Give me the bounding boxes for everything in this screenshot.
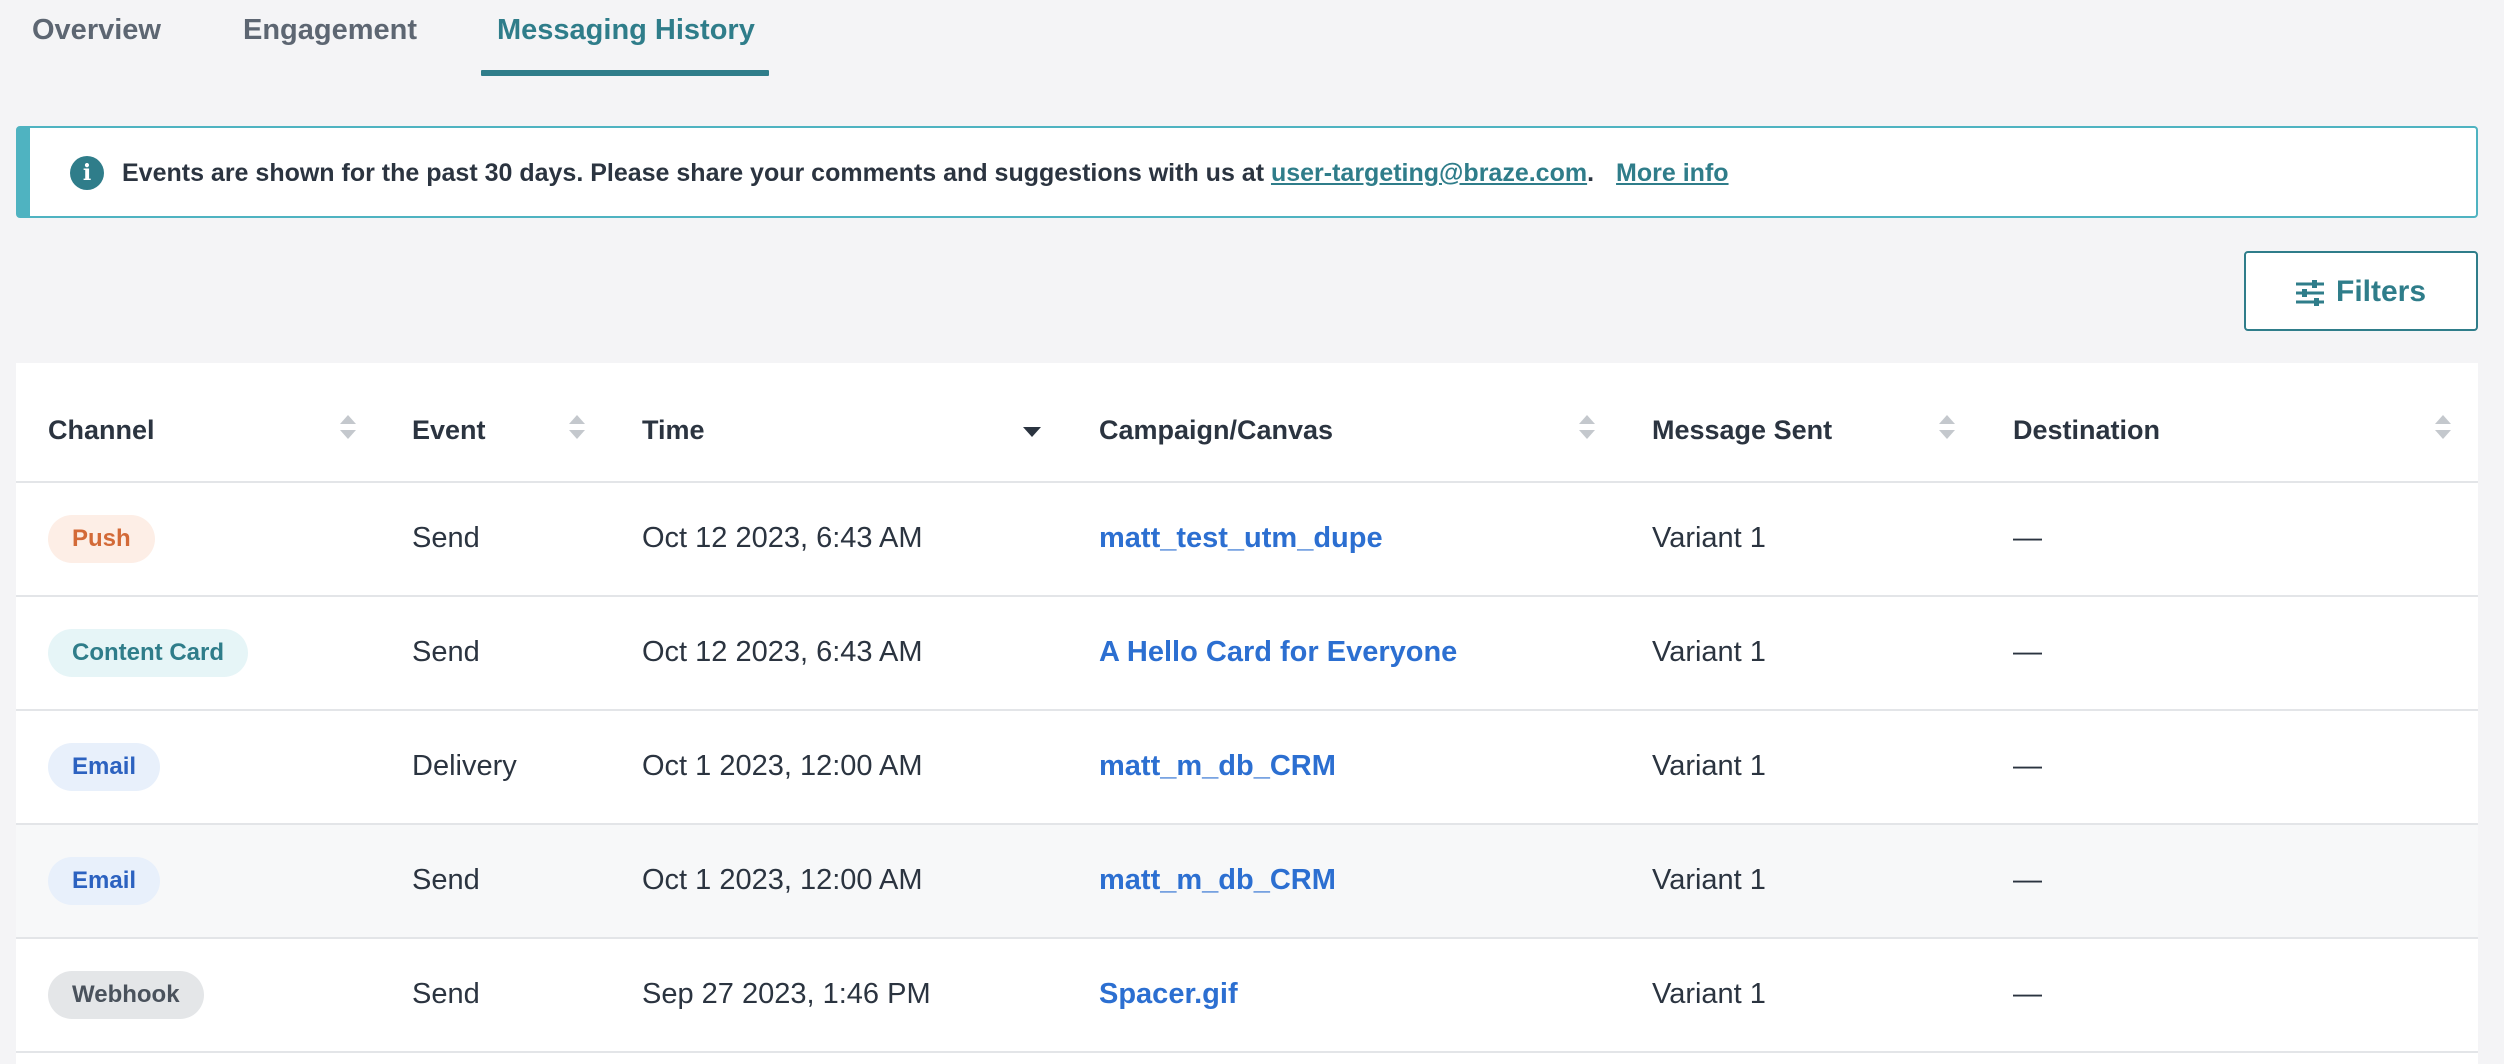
more-info-link[interactable]: More info: [1616, 159, 1729, 187]
time-cell: Sep 27 2023, 1:46 PM: [642, 978, 931, 1010]
tab-engagement[interactable]: Engagement: [243, 14, 417, 47]
destination-cell: —: [2013, 750, 2042, 782]
channel-badge-webhook: Webhook: [48, 971, 204, 1019]
table-row: Email Delivery Oct 1 2023, 12:00 AM matt…: [16, 711, 2478, 825]
info-banner: i Events are shown for the past 30 days.…: [16, 126, 2478, 218]
time-cell: Oct 12 2023, 6:43 AM: [642, 522, 923, 554]
message-sent-cell: Variant 1: [1652, 636, 1766, 668]
destination-cell: —: [2013, 636, 2042, 668]
event-cell: Send: [412, 864, 480, 896]
messaging-history-table: Channel Event Time Campaign/Canvas Messa…: [16, 363, 2478, 1064]
sort-time-desc-icon[interactable]: [1021, 411, 1043, 443]
info-icon: i: [70, 156, 104, 190]
message-sent-cell: Variant 1: [1652, 978, 1766, 1010]
event-cell: Send: [412, 522, 480, 554]
sort-destination-icon[interactable]: [2432, 411, 2454, 443]
event-cell: Delivery: [412, 750, 517, 782]
destination-cell: —: [2013, 864, 2042, 896]
banner-period: .: [1587, 159, 1595, 187]
tab-bar: Overview Engagement Messaging History: [0, 0, 2504, 78]
sort-campaign-icon[interactable]: [1576, 411, 1598, 443]
active-tab-indicator: [481, 70, 769, 76]
destination-cell: —: [2013, 978, 2042, 1010]
channel-badge-email: Email: [48, 857, 161, 905]
campaign-link[interactable]: matt_m_db_CRM: [1099, 750, 1336, 783]
filters-label: Filters: [2336, 275, 2427, 308]
table-row: Email Send Oct 1 2023, 12:00 AM matt_m_d…: [16, 825, 2478, 939]
sliders-icon: [2296, 280, 2324, 306]
campaign-link[interactable]: matt_test_utm_dupe: [1099, 522, 1383, 555]
header-time[interactable]: Time: [642, 415, 705, 446]
header-event[interactable]: Event: [412, 415, 486, 446]
message-sent-cell: Variant 1: [1652, 522, 1766, 554]
channel-badge-email: Email: [48, 743, 161, 791]
tab-messaging-history[interactable]: Messaging History: [497, 14, 755, 47]
tab-overview[interactable]: Overview: [32, 14, 161, 47]
destination-cell: —: [2013, 522, 2042, 554]
table-row: Content Card Send Oct 12 2023, 6:43 AM A…: [16, 597, 2478, 711]
banner-text: Events are shown for the past 30 days. P…: [122, 159, 1271, 187]
message-sent-cell: Variant 1: [1652, 750, 1766, 782]
support-email-link[interactable]: user-targeting@braze.com: [1271, 159, 1587, 187]
banner-message: Events are shown for the past 30 days. P…: [122, 159, 1729, 188]
table-row: Push Send Oct 12 2023, 6:43 AM matt_test…: [16, 483, 2478, 597]
time-cell: Oct 1 2023, 12:00 AM: [642, 750, 923, 782]
table-row: Webhook Send Sep 27 2023, 1:46 PM Spacer…: [16, 939, 2478, 1053]
time-cell: Oct 1 2023, 12:00 AM: [642, 864, 923, 896]
filters-button[interactable]: Filters: [2244, 251, 2478, 331]
header-destination[interactable]: Destination: [2013, 415, 2160, 446]
header-message-sent[interactable]: Message Sent: [1652, 415, 1832, 446]
sort-channel-icon[interactable]: [337, 411, 359, 443]
table-header: Channel Event Time Campaign/Canvas Messa…: [16, 363, 2478, 483]
sort-event-icon[interactable]: [566, 411, 588, 443]
event-cell: Send: [412, 636, 480, 668]
sort-message-sent-icon[interactable]: [1936, 411, 1958, 443]
message-sent-cell: Variant 1: [1652, 864, 1766, 896]
event-cell: Send: [412, 978, 480, 1010]
campaign-link[interactable]: matt_m_db_CRM: [1099, 864, 1336, 897]
time-cell: Oct 12 2023, 6:43 AM: [642, 636, 923, 668]
channel-badge-content-card: Content Card: [48, 629, 248, 677]
channel-badge-push: Push: [48, 515, 155, 563]
campaign-link[interactable]: A Hello Card for Everyone: [1099, 636, 1457, 669]
header-channel[interactable]: Channel: [48, 415, 155, 446]
campaign-link[interactable]: Spacer.gif: [1099, 978, 1238, 1011]
header-campaign-canvas[interactable]: Campaign/Canvas: [1099, 415, 1333, 446]
